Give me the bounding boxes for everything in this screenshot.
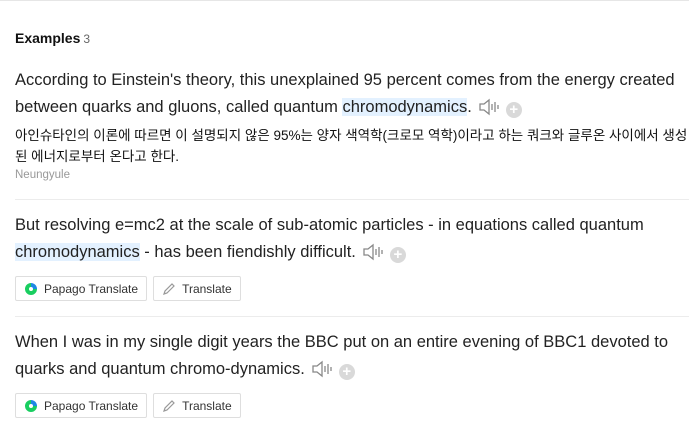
add-icon[interactable]: + [338, 364, 355, 380]
translate-button-row: Papago Translate Translate [15, 393, 689, 418]
example-sentence: When I was in my single digit years the … [15, 329, 689, 383]
examples-header: Examples 3 [15, 30, 90, 46]
sentence-text-end: . [467, 98, 472, 116]
papago-translate-button[interactable]: Papago Translate [15, 393, 148, 418]
highlighted-term: chromodynamics [342, 98, 468, 116]
add-icon[interactable]: + [505, 102, 522, 118]
pencil-icon [162, 399, 176, 413]
example-divider [15, 199, 689, 200]
example-item-2: But resolving e=mc2 at the scale of sub-… [15, 212, 689, 301]
pencil-icon [162, 282, 176, 296]
papago-translate-button[interactable]: Papago Translate [15, 276, 148, 301]
papago-icon [24, 399, 38, 413]
translate-button[interactable]: Translate [153, 276, 241, 301]
example-sentence: According to Einstein's theory, this une… [15, 67, 689, 121]
examples-count: 3 [83, 32, 91, 46]
highlighted-term: chromodynamics [15, 243, 140, 261]
examples-title: Examples [15, 30, 81, 46]
example-sentence: But resolving e=mc2 at the scale of sub-… [15, 212, 689, 266]
translate-button[interactable]: Translate [153, 393, 241, 418]
papago-icon [24, 282, 38, 296]
example-item-1: According to Einstein's theory, this une… [15, 67, 689, 181]
example-translation: 아인슈타인의 이론에 따르면 이 설명되지 않은 95%는 양자 색역학(크로모… [15, 128, 688, 164]
papago-translate-label: Papago Translate [44, 281, 139, 296]
sentence-text: But resolving e=mc2 at the scale of sub-… [15, 216, 644, 234]
top-divider [0, 0, 689, 1]
example-source: Neungyule [15, 169, 70, 181]
translate-button-row: Papago Translate Translate [15, 276, 689, 301]
speaker-icon[interactable] [478, 98, 500, 116]
example-divider [15, 316, 689, 317]
add-icon[interactable]: + [389, 247, 406, 263]
translate-label: Translate [182, 281, 232, 296]
papago-translate-label: Papago Translate [44, 398, 139, 413]
speaker-icon[interactable] [311, 360, 333, 378]
translate-label: Translate [182, 398, 232, 413]
speaker-icon[interactable] [362, 243, 384, 261]
sentence-text-end: - has been fiendishly difficult. [139, 243, 356, 261]
example-item-3: When I was in my single digit years the … [15, 329, 689, 418]
